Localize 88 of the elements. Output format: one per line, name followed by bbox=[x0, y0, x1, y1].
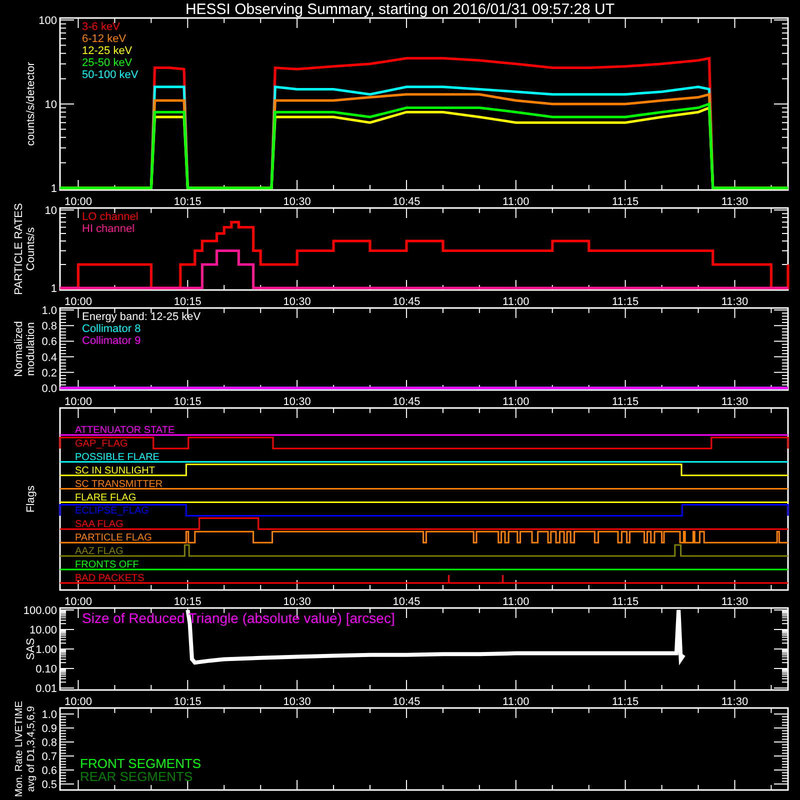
axis-tick-label: 10:45 bbox=[392, 396, 420, 408]
axis-tick-label: 0.9 bbox=[42, 723, 57, 735]
axis-tick-label: 0.7 bbox=[42, 751, 57, 763]
flag-label: SAA FLAG bbox=[75, 519, 124, 530]
flag-label: BAD PACKETS bbox=[75, 572, 144, 584]
axis-tick-label: 10 bbox=[44, 205, 57, 217]
flag-label: FLARE FLAG bbox=[75, 492, 136, 504]
axis-tick-label: 10:30 bbox=[283, 296, 311, 308]
axis-tick-label: 11:00 bbox=[502, 296, 530, 308]
axis-tick-label: 11:30 bbox=[721, 396, 748, 408]
axis-tick-label: 10:00 bbox=[64, 596, 92, 608]
legend-label: LO channel bbox=[82, 211, 138, 223]
axis-tick-label: 0.2 bbox=[42, 367, 57, 380]
axis-tick-label: 10:00 bbox=[64, 196, 92, 208]
legend-label: FRONT SEGMENTS bbox=[80, 756, 202, 771]
axis-tick-label: 0.4 bbox=[42, 352, 57, 364]
axis-tick-label: 10:45 bbox=[392, 596, 420, 608]
axis-tick-label: 11:15 bbox=[612, 596, 639, 608]
flag-label: SC IN SUNLIGHT bbox=[75, 465, 156, 476]
axis-tick-label: 1.0 bbox=[42, 305, 57, 317]
flag-label: AAZ FLAG bbox=[75, 546, 124, 558]
axis-tick-label: 11:15 bbox=[612, 196, 639, 208]
axis-tick-label: 0.8 bbox=[42, 320, 57, 333]
axis-tick-label: 0.0 bbox=[42, 383, 57, 395]
flag-label: FRONTS OFF bbox=[75, 560, 139, 570]
legend-label: Collimator 9 bbox=[82, 335, 141, 347]
legend-note: Energy band: 12-25 keV bbox=[82, 311, 201, 323]
axis-tick-label: 10:15 bbox=[174, 696, 202, 708]
legend-label: 6-12 keV bbox=[82, 33, 126, 45]
legend-label: 25-50 keV bbox=[82, 57, 132, 69]
axis-tick-label: 10:15 bbox=[174, 596, 202, 608]
plot-title: HESSI Observing Summary, starting on 2016/01/31 09:57:28 UT bbox=[185, 1, 615, 18]
flag-label: ECLIPSE_FLAG bbox=[75, 506, 149, 517]
flag-label: ATTENUATOR STATE bbox=[75, 425, 175, 436]
axis-tick-label: 0.10 bbox=[36, 664, 57, 676]
axis-tick-label: 0.8 bbox=[42, 737, 57, 749]
axis-tick-label: 1.00 bbox=[36, 644, 57, 656]
axis-label: Mon. Rate LIVETIME avg of D1,3,4,5,6,9 bbox=[14, 701, 37, 797]
axis-tick-label: 100 bbox=[38, 15, 57, 27]
axis-tick-label: 10.00 bbox=[29, 624, 57, 636]
axis-tick-label: 10:30 bbox=[283, 196, 311, 208]
flag-label: PARTICLE FLAG bbox=[75, 532, 152, 544]
axis-label: PARTICLE RATES Counts/s bbox=[13, 203, 37, 295]
axis-tick-label: 11:00 bbox=[502, 396, 530, 408]
axis-tick-label: 10:00 bbox=[64, 696, 92, 708]
axis-tick-label: 10:15 bbox=[174, 196, 202, 208]
axis-tick-label: 10:45 bbox=[392, 296, 420, 308]
axis-tick-label: 11:15 bbox=[612, 396, 639, 408]
axis-label: SAS bbox=[25, 638, 37, 660]
flag-label: SC TRANSMITTER bbox=[75, 478, 163, 490]
axis-tick-label: 1 bbox=[50, 283, 57, 295]
axis-tick-label: 11:15 bbox=[612, 696, 639, 708]
axis-tick-label: 10:15 bbox=[174, 296, 202, 308]
axis-tick-label: 10:45 bbox=[392, 696, 420, 708]
axis-tick-label: 0.01 bbox=[36, 683, 57, 695]
axis-tick-label: 1 bbox=[50, 183, 57, 195]
legend-label: 3-6 keV bbox=[82, 21, 120, 33]
axis-tick-label: 11:30 bbox=[721, 196, 748, 208]
axis-tick-label: 11:00 bbox=[502, 696, 530, 708]
axis-label: Normalized modulation bbox=[13, 321, 37, 377]
axis-tick-label: 10 bbox=[44, 99, 57, 111]
axis-tick-label: 11:30 bbox=[721, 296, 748, 308]
axis-tick-label: 10:00 bbox=[64, 296, 92, 308]
axis-tick-label: 10:00 bbox=[64, 396, 92, 408]
axis-tick-label: 0.6 bbox=[42, 336, 57, 348]
legend-label: REAR SEGMENTS bbox=[80, 769, 193, 784]
axis-tick-label: 11:00 bbox=[502, 596, 530, 608]
axis-tick-label: 10:30 bbox=[283, 596, 311, 608]
axis-tick-label: 100.00 bbox=[23, 605, 57, 617]
axis-tick-label: 11:15 bbox=[612, 296, 639, 308]
legend-label: Collimator 8 bbox=[82, 323, 141, 335]
axis-tick-label: 0.6 bbox=[42, 765, 57, 777]
axis-tick-label: 10:15 bbox=[174, 396, 202, 408]
axis-label: counts/s/detector bbox=[25, 62, 37, 146]
axis-label: Flags bbox=[25, 486, 37, 512]
axis-tick-label: 10:30 bbox=[283, 396, 311, 408]
axis-tick-label: 11:30 bbox=[721, 596, 748, 608]
axis-tick-label: 11:00 bbox=[502, 196, 530, 208]
axis-tick-label: 10:45 bbox=[392, 196, 420, 208]
axis-tick-label: 11:30 bbox=[721, 696, 748, 708]
axis-tick-label: 0.5 bbox=[42, 779, 57, 791]
legend-label: 50-100 keV bbox=[82, 69, 138, 81]
axis-tick-label: 1.0 bbox=[42, 709, 57, 721]
legend-label: 12-25 keV bbox=[82, 45, 132, 57]
flag-label: POSSIBLE FLARE bbox=[75, 452, 160, 463]
flag-label: GAP_FLAG bbox=[75, 438, 128, 450]
legend-label: HI channel bbox=[82, 223, 135, 235]
axis-tick-label: 10:30 bbox=[283, 696, 311, 708]
